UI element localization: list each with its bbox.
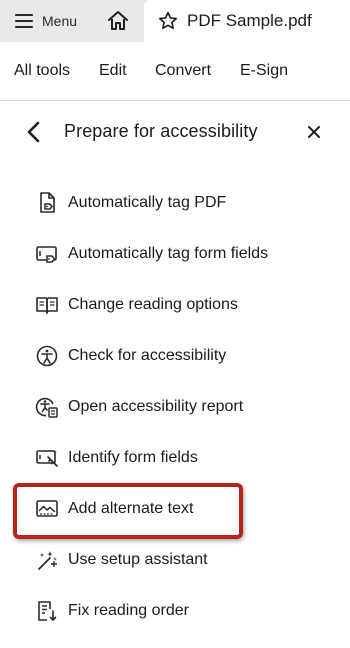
list-item-label: Identify form fields bbox=[68, 449, 198, 466]
tab-edit[interactable]: Edit bbox=[99, 62, 127, 80]
book-icon bbox=[34, 292, 60, 318]
tab-convert[interactable]: Convert bbox=[155, 62, 211, 80]
setup-assistant-icon bbox=[34, 547, 60, 573]
accessibility-report-icon bbox=[34, 394, 60, 420]
list-item-label: Open accessibility report bbox=[68, 398, 244, 415]
accessibility-check-icon bbox=[34, 343, 60, 369]
chevron-left-icon[interactable] bbox=[24, 120, 44, 144]
list-item-check-for-accessibility[interactable]: Check for accessibility bbox=[34, 337, 324, 375]
close-icon[interactable] bbox=[306, 124, 322, 140]
list-item-use-setup-assistant[interactable]: Use setup assistant bbox=[34, 541, 324, 579]
panel-header: Prepare for accessibility bbox=[0, 100, 350, 164]
list-item-label: Check for accessibility bbox=[68, 347, 227, 364]
highlight-box bbox=[13, 483, 243, 539]
tools-bar: All tools Edit Convert E-Sign bbox=[0, 42, 350, 101]
list-item-fix-reading-order[interactable]: Fix reading order bbox=[34, 592, 324, 630]
list-item-label: Automatically tag form fields bbox=[68, 245, 269, 262]
home-button[interactable] bbox=[106, 9, 130, 33]
list-item-auto-tag-form-fields[interactable]: Automatically tag form fields bbox=[34, 235, 324, 273]
menu-label: Menu bbox=[42, 13, 78, 29]
auto-tag-form-fields-icon bbox=[34, 241, 60, 267]
list-item-auto-tag-pdf[interactable]: Automatically tag PDF bbox=[34, 184, 324, 222]
identify-form-fields-icon bbox=[34, 445, 60, 471]
home-icon bbox=[108, 11, 128, 30]
star-icon[interactable] bbox=[157, 10, 179, 32]
tab-all-tools[interactable]: All tools bbox=[14, 62, 70, 80]
panel-title: Prepare for accessibility bbox=[64, 121, 258, 141]
menu-button[interactable]: Menu bbox=[14, 10, 77, 32]
top-bar: Menu PDF Sample.pdf bbox=[0, 0, 350, 42]
tab-e-sign[interactable]: E-Sign bbox=[240, 62, 288, 80]
list-item-label: Use setup assistant bbox=[68, 551, 208, 568]
document-name: PDF Sample.pdf bbox=[187, 11, 312, 30]
document-tab[interactable]: PDF Sample.pdf bbox=[144, 0, 350, 42]
list-item-change-reading-options[interactable]: Change reading options bbox=[34, 286, 324, 324]
list-item-identify-form-fields[interactable]: Identify form fields bbox=[34, 439, 324, 477]
list-item-label: Fix reading order bbox=[68, 602, 189, 619]
reading-order-icon bbox=[34, 598, 60, 624]
list-item-open-accessibility-report[interactable]: Open accessibility report bbox=[34, 388, 324, 426]
list-item-label: Change reading options bbox=[68, 296, 238, 313]
list-item-label: Automatically tag PDF bbox=[68, 194, 227, 211]
hamburger-icon bbox=[15, 14, 33, 28]
auto-tag-pdf-icon bbox=[34, 190, 60, 216]
